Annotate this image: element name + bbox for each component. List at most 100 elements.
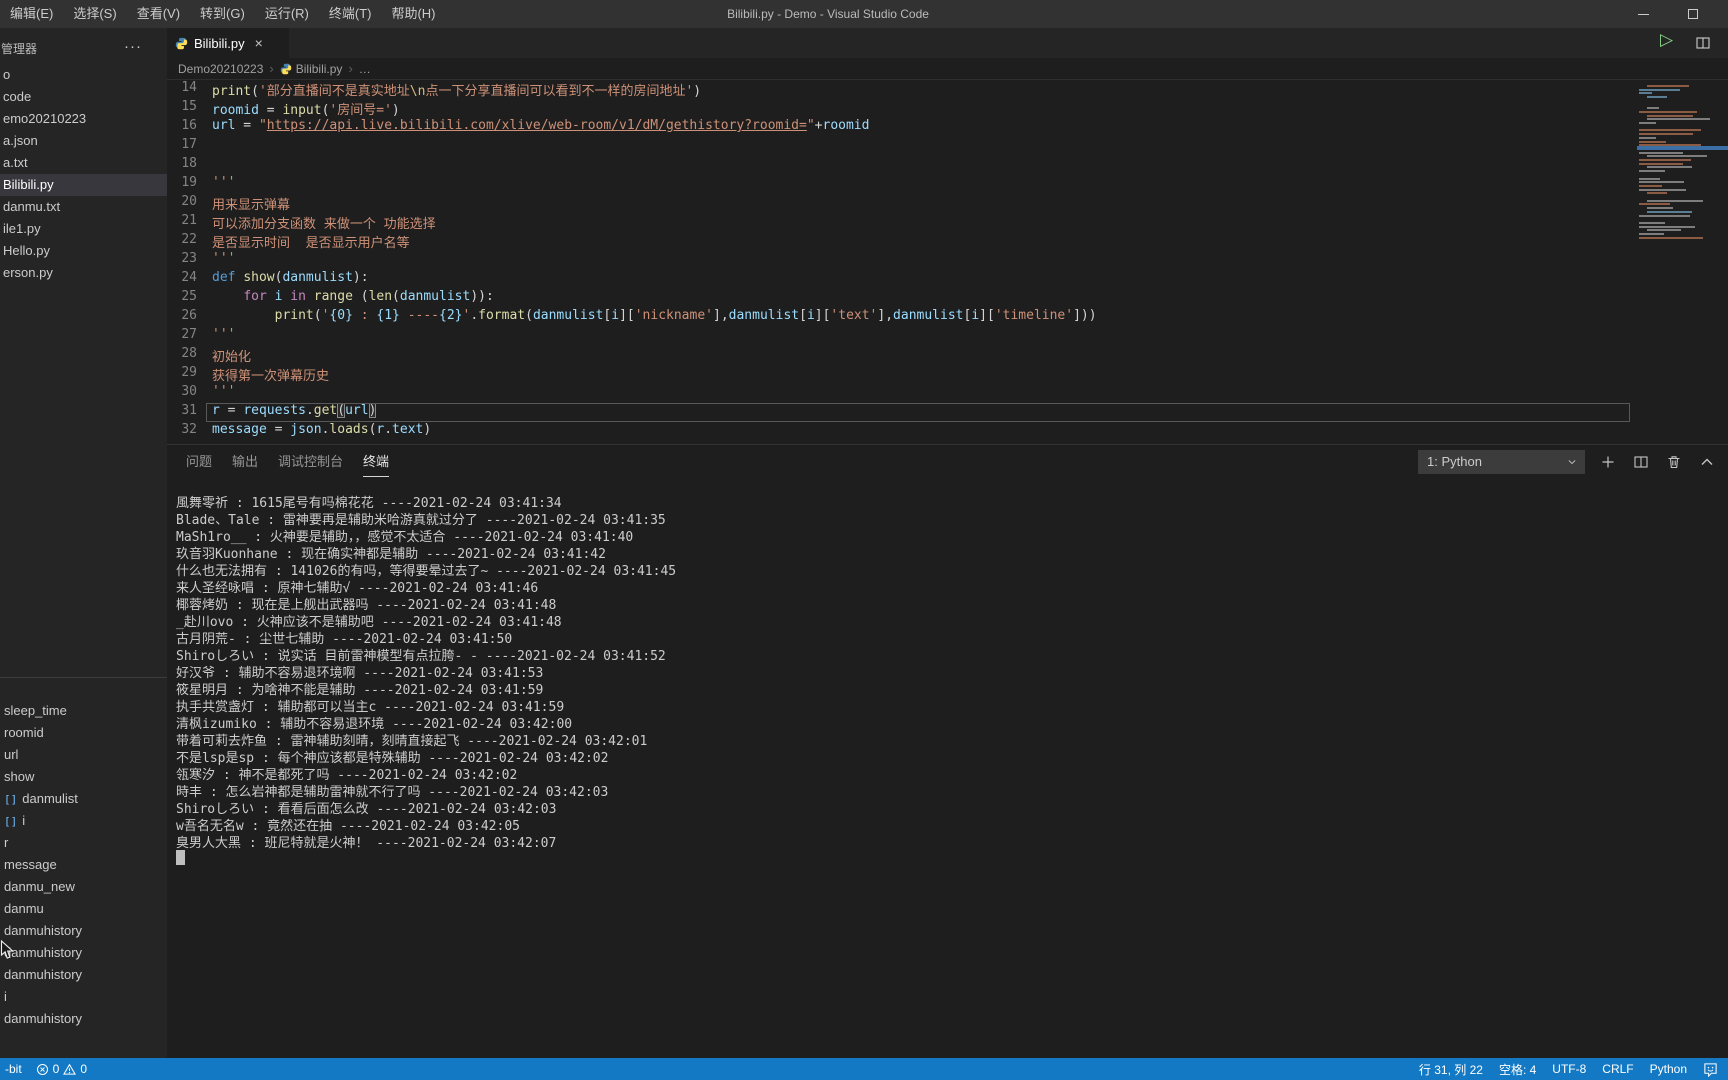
- code-line-19[interactable]: 19 ''': [167, 175, 235, 194]
- indentation[interactable]: 空格: 4: [1499, 1061, 1536, 1078]
- code-line-25[interactable]: 25 for i in range (len(danmulist)):: [167, 289, 493, 308]
- code-line-28[interactable]: 28 初始化: [167, 346, 251, 365]
- line-number: 27: [181, 327, 197, 342]
- code-text: ''': [212, 251, 236, 266]
- code-line-16[interactable]: 16 url = "https://api.live.bilibili.com/x…: [167, 118, 869, 137]
- outline-item-i[interactable]: i: [0, 986, 167, 1008]
- panel-splitter[interactable]: [167, 444, 1728, 445]
- split-editor-icon[interactable]: [1695, 35, 1711, 51]
- terminal-output[interactable]: 風舞零祈 : 1615尾号有吗棉花花 ----2021-02-24 03:41:…: [176, 492, 1716, 1058]
- code-line-14[interactable]: 14 print('部分直播间不是真实地址\n点一下分享直播间可以看到不一样的房间…: [167, 80, 701, 99]
- code-line-22[interactable]: 22 是否显示时间 是否显示用户名等: [167, 232, 409, 251]
- explorer-header-label: 管理器: [1, 42, 38, 56]
- outline-item-i[interactable]: [] i: [0, 810, 167, 832]
- remote-indicator[interactable]: -bit: [5, 1062, 22, 1076]
- code-line-23[interactable]: 23 ''': [167, 251, 235, 270]
- outline-item-danmulist[interactable]: [] danmulist: [0, 788, 167, 810]
- outline-item-url[interactable]: url: [0, 744, 167, 766]
- outline-item-danmuhistory[interactable]: danmuhistory: [0, 1008, 167, 1030]
- outline-item-danmuhistory[interactable]: danmuhistory: [0, 920, 167, 942]
- panel-tab-调试控制台[interactable]: 调试控制台: [278, 451, 343, 477]
- code-line-30[interactable]: 30 ''': [167, 384, 235, 403]
- panel-tab-问题[interactable]: 问题: [186, 451, 212, 477]
- code-text: message = json.loads(r.text): [212, 422, 432, 437]
- maximize-icon[interactable]: [1688, 9, 1698, 19]
- minimap-line: [1639, 92, 1652, 95]
- code-line-17[interactable]: 17: [167, 137, 212, 156]
- tab-close-icon[interactable]: ×: [255, 35, 263, 51]
- code-line-21[interactable]: 21 可以添加分支函数 来做一个 功能选择: [167, 213, 435, 232]
- run-python-file-icon[interactable]: ▷: [1660, 30, 1673, 50]
- minimize-icon[interactable]: [1638, 14, 1649, 15]
- eol[interactable]: CRLF: [1602, 1062, 1633, 1076]
- panel-tab-终端[interactable]: 终端: [363, 451, 390, 477]
- outline-item-roomid[interactable]: roomid: [0, 722, 167, 744]
- breadcrumb-file[interactable]: Bilibili.py: [296, 62, 343, 76]
- code-line-15[interactable]: 15 roomid = input('房间号='): [167, 99, 399, 118]
- line-number: 16: [181, 118, 197, 133]
- outline-item-r[interactable]: r: [0, 832, 167, 854]
- breadcrumb-symbol[interactable]: …: [359, 62, 371, 76]
- code-line-32[interactable]: 32 message = json.loads(r.text): [167, 422, 431, 441]
- minimap-line: [1639, 221, 1665, 224]
- terminal-line: 执手共赏盏灯 : 辅助都可以当主c ----2021-02-24 03:41:5…: [176, 700, 565, 715]
- sidebar-section-divider: [0, 677, 167, 678]
- menu-item-S[interactable]: 选择(S): [63, 0, 126, 28]
- terminal-selector-dropdown[interactable]: 1: Python: [1418, 450, 1585, 474]
- split-terminal-icon[interactable]: [1633, 454, 1649, 470]
- symbol-variable-icon: []: [4, 793, 18, 806]
- menu-item-T[interactable]: 终端(T): [319, 0, 382, 28]
- outline-item-message[interactable]: message: [0, 854, 167, 876]
- outline-item-danmu[interactable]: danmu: [0, 898, 167, 920]
- error-count: 0: [52, 1062, 60, 1076]
- menu-item-G[interactable]: 转到(G): [190, 0, 255, 28]
- tab-bilibili-py[interactable]: Bilibili.py ×: [167, 28, 289, 58]
- code-line-31[interactable]: 31 r = requests.get(url): [167, 403, 377, 422]
- encoding[interactable]: UTF-8: [1552, 1062, 1586, 1076]
- code-line-27[interactable]: 27 ''': [167, 327, 235, 346]
- minimap[interactable]: [1637, 85, 1728, 247]
- outline-item-sleep_time[interactable]: sleep_time: [0, 700, 167, 722]
- feedback-smiley-icon[interactable]: [1703, 1062, 1718, 1077]
- minimap-line: [1639, 140, 1666, 143]
- warning-icon: [63, 1063, 77, 1075]
- python-file-icon: [175, 37, 188, 49]
- language-mode[interactable]: Python: [1650, 1062, 1687, 1076]
- menu-item-H[interactable]: 帮助(H): [381, 0, 445, 28]
- line-number: 22: [181, 232, 197, 247]
- code-line-26[interactable]: 26 print('{0} : {1} ----{2}'.format(danm…: [167, 308, 1096, 327]
- minimap-line: [1639, 162, 1683, 165]
- terminal-line: 古月阴荒- : 尘世七辅助 ----2021-02-24 03:41:50: [176, 632, 513, 647]
- terminal-line: 清枫izumiko : 辅助不容易退环境 ----2021-02-24 03:4…: [176, 717, 573, 732]
- minimap-line: [1639, 184, 1663, 187]
- code-line-29[interactable]: 29 获得第一次弹幕历史: [167, 365, 329, 384]
- breadcrumb-folder[interactable]: Demo20210223: [178, 62, 263, 76]
- more-actions-icon[interactable]: ···: [124, 38, 142, 55]
- cursor-position[interactable]: 行 31, 列 22: [1419, 1061, 1483, 1078]
- kill-terminal-icon[interactable]: [1666, 454, 1682, 470]
- problems-indicator[interactable]: 0 0: [36, 1062, 87, 1076]
- vscode-window: 编辑(E) 选择(S) 查看(V) 转到(G) 运行(R) 终端(T) 帮助(H) Bili…: [0, 0, 1728, 1080]
- menu-item-R[interactable]: 运行(R): [255, 0, 319, 28]
- panel-tab-输出[interactable]: 输出: [232, 451, 258, 477]
- new-terminal-icon[interactable]: [1600, 454, 1616, 470]
- outline-item-danmuhistory[interactable]: danmuhistory: [0, 942, 167, 964]
- minimap-line: [1647, 166, 1692, 169]
- code-line-18[interactable]: 18: [167, 156, 212, 175]
- code-text: ''': [212, 327, 236, 342]
- minimap-line: [1639, 181, 1685, 184]
- code-text: 初始化: [212, 350, 252, 365]
- terminal-line: 好汉爷 : 辅助不容易退环境啊 ----2021-02-24 03:41:53: [176, 666, 544, 681]
- code-editor[interactable]: 14 print('部分直播间不是真实地址\n点一下分享直播间可以看到不一样的房间…: [0, 80, 1728, 444]
- menu-item-E[interactable]: 编辑(E): [0, 0, 63, 28]
- outline-item-show[interactable]: show: [0, 766, 167, 788]
- line-number: 32: [181, 422, 197, 437]
- outline-item-danmuhistory[interactable]: danmuhistory: [0, 964, 167, 986]
- titlebar: 编辑(E) 选择(S) 查看(V) 转到(G) 运行(R) 终端(T) 帮助(H) Bili…: [0, 0, 1728, 28]
- outline-item-danmu_new[interactable]: danmu_new: [0, 876, 167, 898]
- maximize-panel-icon[interactable]: [1699, 454, 1715, 470]
- terminal-line: 什么也无法拥有 : 141026的有吗，等得要晕过去了~ ----2021-02…: [176, 564, 677, 579]
- menu-item-V[interactable]: 查看(V): [127, 0, 190, 28]
- code-line-24[interactable]: 24 def show(danmulist):: [167, 270, 368, 289]
- code-line-20[interactable]: 20 用来显示弹幕: [167, 194, 290, 213]
